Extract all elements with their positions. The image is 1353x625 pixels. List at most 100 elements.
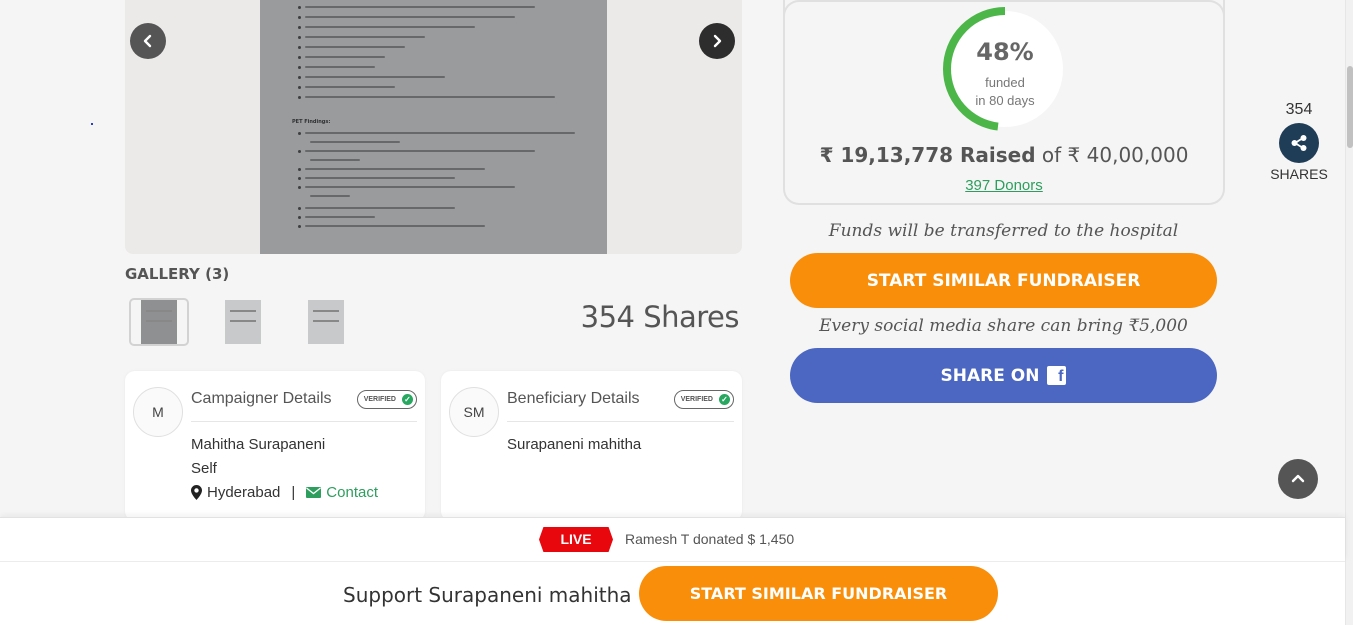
report-bullet — [298, 55, 301, 59]
campaigner-location: Hyderabad — [207, 484, 281, 501]
stray-dot — [91, 123, 93, 125]
funding-progress-ring — [943, 7, 1067, 131]
report-text-line — [305, 86, 395, 88]
report-heading: PET Findings: — [292, 119, 331, 125]
report-text-line — [305, 168, 485, 170]
chevron-up-icon — [1291, 474, 1305, 483]
report-text-line — [305, 6, 535, 8]
chevron-right-icon — [713, 34, 722, 48]
live-donation-text: Ramesh T donated $ 1,450 — [625, 531, 795, 547]
facebook-icon: f — [1047, 366, 1067, 385]
report-text-line — [305, 225, 485, 227]
share-facebook-button[interactable]: SHARE ON f — [790, 348, 1217, 403]
report-bullet — [298, 15, 301, 19]
share-widget-count: 354 — [1285, 101, 1313, 118]
report-text-line — [305, 177, 455, 179]
report-text-line — [305, 26, 475, 28]
campaigner-relation: Self — [191, 460, 217, 477]
separator: | — [291, 484, 296, 501]
report-text-line — [305, 66, 375, 68]
report-text-line — [305, 76, 445, 78]
report-text-line — [305, 216, 375, 218]
report-text-line — [310, 195, 350, 197]
report-text-line — [305, 16, 515, 18]
report-bullet — [298, 25, 301, 29]
share-widget-label: SHARES — [1270, 166, 1328, 182]
chevron-left-icon — [143, 34, 152, 48]
live-donation-bar: LIVE Ramesh T donated $ 1,450 — [0, 517, 1345, 561]
verified-badge: VERIFIED ✓ — [356, 390, 417, 409]
gallery-thumbnail[interactable] — [296, 298, 356, 346]
raised-amount-row: ₹ 19,13,778 Raised of ₹ 40,00,000 — [785, 143, 1223, 167]
contact-link[interactable]: Contact — [306, 484, 378, 501]
check-icon: ✓ — [719, 394, 730, 405]
report-bullet — [298, 95, 301, 99]
report-text-line — [305, 36, 425, 38]
funded-percent: 48% — [976, 38, 1034, 66]
report-text-line — [305, 46, 405, 48]
campaigner-name: Mahitha Surapaneni — [191, 436, 326, 453]
campaigner-title: Campaigner Details — [191, 390, 332, 407]
report-bullet — [298, 75, 301, 79]
donors-link[interactable]: 397 Donors — [785, 177, 1223, 194]
medical-report-image: PET Findings: — [260, 0, 607, 254]
support-start-fundraiser-button[interactable]: START SIMILAR FUNDRAISER — [639, 566, 998, 621]
report-bullet — [298, 176, 301, 180]
beneficiary-name: Surapaneni mahitha — [507, 436, 642, 453]
campaigner-avatar: M — [133, 387, 183, 437]
report-bullet — [298, 215, 301, 219]
check-icon: ✓ — [402, 394, 413, 405]
transfer-note: Funds will be transferred to the hospita… — [828, 221, 1179, 241]
report-bullet — [298, 65, 301, 69]
report-bullet — [298, 185, 301, 189]
verified-badge: VERIFIED ✓ — [673, 390, 734, 409]
beneficiary-card: SM Beneficiary Details VERIFIED ✓ Surapan… — [441, 371, 742, 521]
report-bullet — [298, 206, 301, 210]
beneficiary-avatar: SM — [449, 387, 499, 437]
report-text-line — [305, 56, 385, 58]
report-text-line — [310, 159, 360, 161]
report-bullet — [298, 167, 301, 171]
share-icon — [1291, 135, 1307, 151]
scroll-to-top-button[interactable] — [1278, 459, 1318, 499]
report-bullet — [298, 35, 301, 39]
divider — [507, 421, 734, 422]
report-text-line — [305, 132, 575, 134]
beneficiary-title: Beneficiary Details — [507, 390, 640, 407]
support-text: Support Surapaneni mahitha — [343, 583, 632, 607]
start-fundraiser-button[interactable]: START SIMILAR FUNDRAISER — [790, 253, 1217, 308]
report-text-line — [305, 186, 515, 188]
envelope-icon — [306, 487, 322, 498]
gallery-thumbnail[interactable] — [129, 298, 189, 346]
live-badge: LIVE — [539, 527, 613, 552]
report-bullet — [298, 131, 301, 135]
report-bullet — [298, 5, 301, 9]
gallery-thumbnail[interactable] — [213, 298, 273, 346]
funded-caption: funded in 80 days — [975, 75, 1035, 108]
map-pin-icon — [191, 485, 202, 500]
report-text-line — [305, 207, 455, 209]
share-widget-button[interactable] — [1279, 123, 1319, 163]
campaigner-card: M Campaigner Details VERIFIED ✓ Mahitha S… — [125, 371, 425, 521]
funding-summary: 48% funded in 80 days ₹ 19,13,778 Raised… — [783, 0, 1225, 205]
report-bullet — [298, 85, 301, 89]
gallery-next-button[interactable] — [699, 23, 735, 59]
report-bullet — [298, 45, 301, 49]
goal-amount: of ₹ 40,00,000 — [1041, 143, 1189, 167]
shares-count-text: 354 Shares — [580, 300, 740, 334]
gallery-viewer: PET Findings: — [125, 0, 742, 254]
scrollbar-thumb[interactable] — [1347, 66, 1353, 148]
report-bullet — [298, 149, 301, 153]
divider — [191, 421, 417, 422]
report-text-line — [305, 96, 555, 98]
campaigner-location-row: Hyderabad | Contact — [191, 484, 378, 501]
report-text-line — [310, 141, 400, 143]
gallery-title: GALLERY (3) — [125, 265, 230, 283]
gallery-prev-button[interactable] — [130, 23, 166, 59]
page-scrollbar[interactable] — [1345, 0, 1353, 625]
support-bar: Support Surapaneni mahitha START SIMILAR… — [0, 561, 1345, 625]
report-bullet — [298, 224, 301, 228]
raised-amount: ₹ 19,13,778 Raised — [819, 143, 1036, 167]
share-note: Every social media share can bring ₹5,00… — [819, 316, 1188, 336]
report-text-line — [305, 150, 535, 152]
